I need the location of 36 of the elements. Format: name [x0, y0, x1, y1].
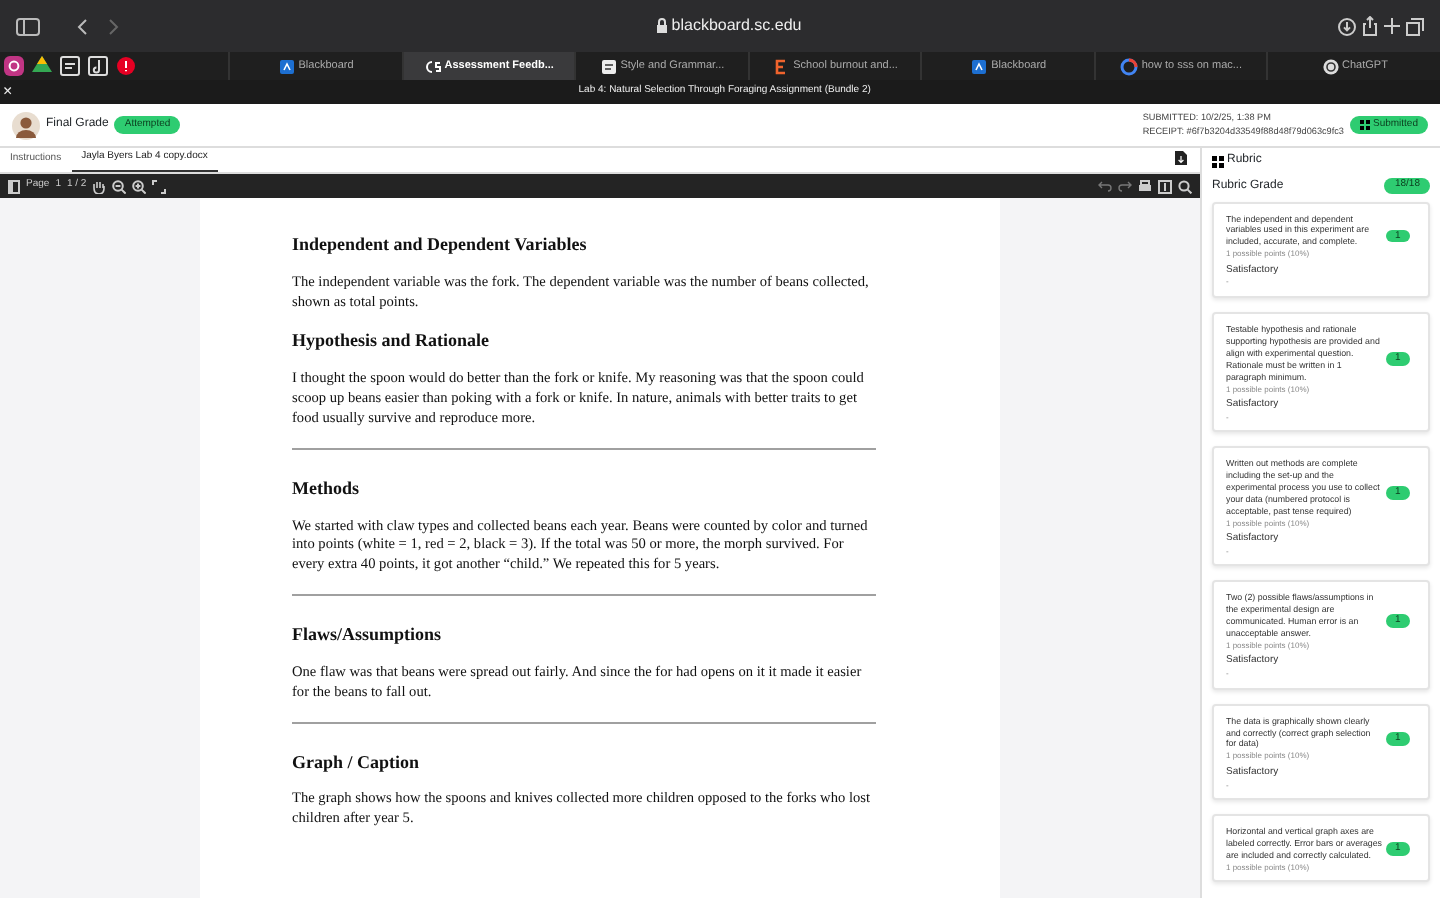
- section-heading: Flaws/Assumptions: [292, 624, 444, 646]
- download-icon[interactable]: [1174, 150, 1188, 166]
- avatar: [12, 111, 40, 139]
- section-heading: Hypothesis and Rationale: [292, 330, 492, 353]
- address-bar[interactable]: blackboard.sc.edu: [671, 14, 802, 38]
- lock-icon: [656, 18, 669, 34]
- blackboard-icon: [277, 57, 296, 75]
- share-icon[interactable]: [1362, 16, 1378, 36]
- close-button[interactable]: ×: [3, 80, 13, 104]
- grid-icon: [1212, 155, 1224, 167]
- undo-icon[interactable]: [1098, 180, 1112, 192]
- section-heading: Methods: [292, 477, 361, 500]
- sidebar-toggle-icon[interactable]: [8, 179, 20, 193]
- redo-icon[interactable]: [1118, 180, 1132, 192]
- zoom-out-icon[interactable]: [112, 179, 127, 193]
- back-icon[interactable]: [76, 17, 88, 35]
- cs-logo-icon: [423, 57, 442, 75]
- forward-icon[interactable]: [108, 17, 120, 35]
- fit-page-icon[interactable]: [152, 179, 167, 193]
- zoom-in-icon[interactable]: [132, 179, 147, 193]
- app-icon[interactable]: [56, 52, 84, 80]
- blackboard-icon: [970, 57, 989, 75]
- sidebar-icon[interactable]: [16, 17, 40, 35]
- plus-icon[interactable]: [1384, 18, 1400, 34]
- search-icon[interactable]: [1178, 179, 1192, 193]
- grid-icon: [1359, 120, 1370, 130]
- section-heading: Graph / Caption: [292, 751, 422, 773]
- instagram-icon[interactable]: [0, 52, 28, 80]
- document-icon: [599, 57, 618, 75]
- download-icon[interactable]: [1338, 17, 1356, 35]
- print-icon[interactable]: [1138, 179, 1152, 193]
- tabs-overview-icon[interactable]: [1406, 17, 1424, 35]
- annotate-icon[interactable]: [1158, 179, 1172, 193]
- hand-icon[interactable]: [92, 179, 107, 193]
- section-heading: Independent and Dependent Variables: [292, 234, 589, 256]
- letter-e-icon: [772, 57, 791, 75]
